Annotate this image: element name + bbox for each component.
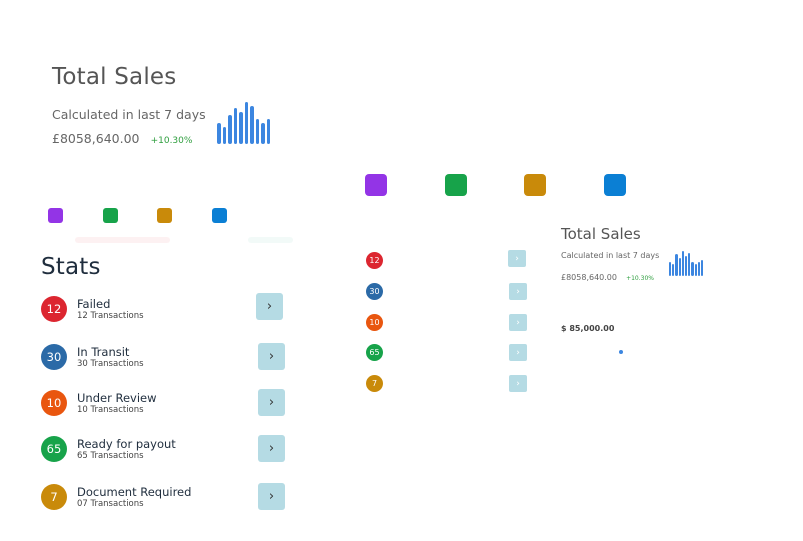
- stat-label: Ready for payout: [77, 437, 176, 451]
- mini-count-badge: 10: [366, 314, 383, 331]
- mini-arrow-button[interactable]: ›: [509, 314, 527, 331]
- chevron-right-icon: ›: [268, 395, 275, 410]
- sparkline-bar: [217, 123, 221, 144]
- document-required-arrow-button[interactable]: ›: [258, 483, 285, 510]
- total-sales-subtitle: Calculated in last 7 days: [52, 107, 206, 122]
- sparkline-bar: [255, 119, 259, 144]
- sparkline-bar: [688, 253, 691, 276]
- sparkline-bar: [233, 108, 237, 144]
- total-sales-amount: £8058,640.00: [52, 131, 140, 146]
- sparkline-bar: [681, 251, 684, 276]
- chevron-right-icon: ›: [268, 349, 275, 364]
- green-square: [445, 174, 467, 196]
- sparkline-bar: [250, 106, 254, 144]
- stat-sub: 65 Transactions: [77, 451, 144, 461]
- stat-row-document-required: 7 Document Required 07 Transactions: [41, 484, 286, 514]
- sparkline-bar: [266, 119, 270, 144]
- count-badge: 12: [41, 296, 67, 322]
- sparkline-bar: [675, 254, 678, 276]
- stat-row-under-review: 10 Under Review 10 Transactions: [41, 390, 286, 420]
- value-label: $ 85,000.00: [561, 324, 615, 333]
- gold-small-square: [157, 208, 172, 223]
- mini-sales-sparkline: [669, 250, 704, 276]
- sales-sparkline: [217, 102, 270, 144]
- blue-small-square: [212, 208, 227, 223]
- total-sales-amount-row: £8058,640.00 +10.30%: [52, 128, 192, 147]
- mini-count-badge: 12: [366, 252, 383, 269]
- sparkline-bar: [672, 264, 675, 276]
- mini-arrow-button[interactable]: ›: [509, 375, 527, 392]
- faint-accent-line: [248, 237, 293, 243]
- sparkline-bar: [244, 102, 248, 144]
- purple-square: [365, 174, 387, 196]
- chevron-right-icon: ›: [515, 253, 519, 264]
- blue-square: [604, 174, 626, 196]
- sparkline-bar: [697, 262, 700, 276]
- faint-accent-line: [75, 237, 170, 243]
- stat-row-failed: 12 Failed 12 Transactions: [41, 296, 286, 326]
- stat-sub: 12 Transactions: [77, 311, 144, 321]
- chevron-right-icon: ›: [266, 299, 273, 314]
- chevron-right-icon: ›: [516, 317, 520, 328]
- sparkline-bar: [678, 258, 681, 276]
- sparkline-bar: [684, 256, 688, 276]
- total-sales-change: +10.30%: [150, 136, 193, 146]
- stat-sub: 10 Transactions: [77, 405, 144, 415]
- mini-count-badge: 65: [366, 344, 383, 361]
- sparkline-bar: [261, 123, 265, 144]
- count-badge: 10: [41, 390, 67, 416]
- sparkline-bar: [700, 260, 704, 276]
- chevron-right-icon: ›: [516, 347, 520, 358]
- mini-total-sales-amount-row: £8058,640.00 +10.30%: [561, 265, 654, 284]
- mini-total-sales-subtitle: Calculated in last 7 days: [561, 251, 660, 260]
- count-badge: 30: [41, 344, 67, 370]
- stat-row-ready-for-payout: 65 Ready for payout 65 Transactions: [41, 436, 286, 466]
- in-transit-arrow-button[interactable]: ›: [258, 343, 285, 370]
- ready-for-payout-arrow-button[interactable]: ›: [258, 435, 285, 462]
- mini-total-sales-change: +10.30%: [626, 275, 654, 282]
- sparkline-bar: [222, 127, 226, 144]
- chevron-right-icon: ›: [516, 378, 520, 389]
- mini-count-badge: 7: [366, 375, 383, 392]
- mini-total-sales-title: Total Sales: [561, 225, 641, 243]
- sparkline-bar: [669, 262, 672, 276]
- mini-arrow-button[interactable]: ›: [509, 283, 527, 300]
- stat-sub: 30 Transactions: [77, 359, 144, 369]
- stat-label: Document Required: [77, 485, 192, 499]
- stat-row-in-transit: 30 In Transit 30 Transactions: [41, 344, 286, 374]
- chevron-right-icon: ›: [268, 489, 275, 504]
- sparkline-bar: [239, 112, 243, 144]
- mini-arrow-button[interactable]: ›: [508, 250, 526, 267]
- stats-title: Stats: [41, 254, 101, 280]
- stat-label: Failed: [77, 297, 111, 311]
- stat-label: In Transit: [77, 345, 130, 359]
- mini-arrow-button[interactable]: ›: [509, 344, 527, 361]
- stat-sub: 07 Transactions: [77, 499, 144, 509]
- chevron-right-icon: ›: [268, 441, 275, 456]
- stat-label: Under Review: [77, 391, 157, 405]
- mini-count-badge: 30: [366, 283, 383, 300]
- count-badge: 7: [41, 484, 67, 510]
- chevron-right-icon: ›: [516, 286, 520, 297]
- mini-total-sales-amount: £8058,640.00: [561, 273, 617, 282]
- green-small-square: [103, 208, 118, 223]
- total-sales-title: Total Sales: [52, 64, 177, 90]
- purple-small-square: [48, 208, 63, 223]
- count-badge: 65: [41, 436, 67, 462]
- under-review-arrow-button[interactable]: ›: [258, 389, 285, 416]
- gold-square: [524, 174, 546, 196]
- failed-arrow-button[interactable]: ›: [256, 293, 283, 320]
- sparkline-bar: [691, 262, 694, 276]
- sparkline-bar: [694, 264, 697, 276]
- loading-dot: [619, 350, 623, 354]
- sparkline-bar: [228, 115, 232, 144]
